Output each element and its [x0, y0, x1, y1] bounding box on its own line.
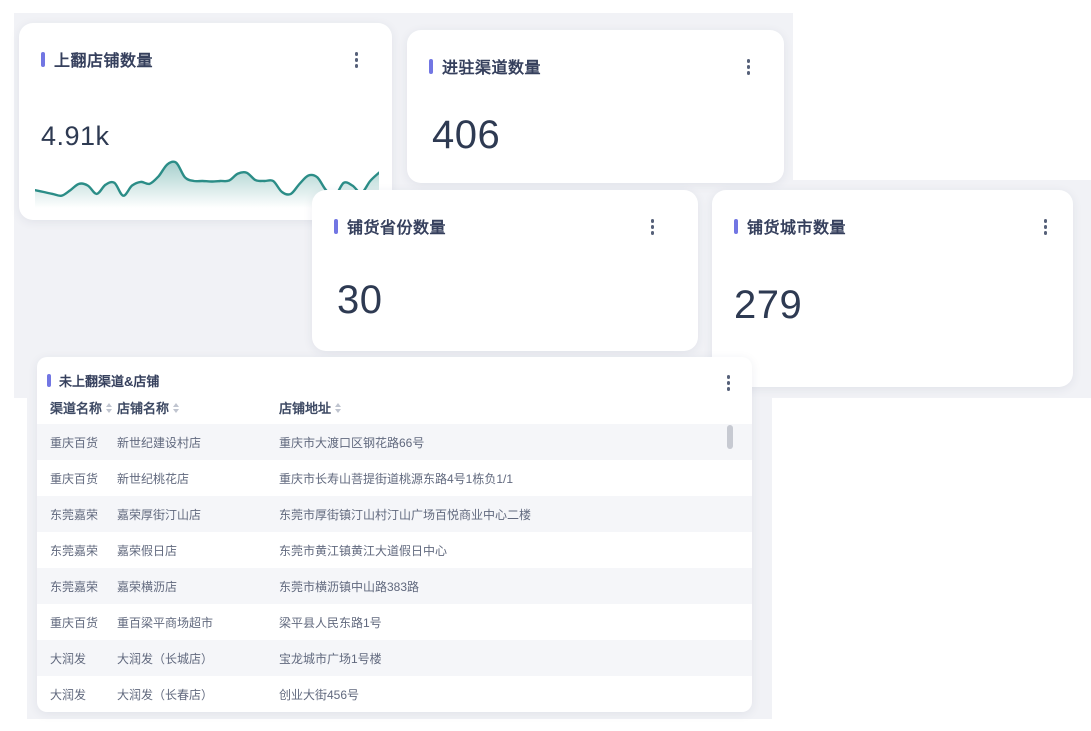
- table-scrollbar-thumb[interactable]: [727, 425, 733, 449]
- accent-bar: [334, 219, 338, 234]
- metric-value: 30: [337, 280, 383, 320]
- kebab-menu-icon[interactable]: [745, 57, 753, 77]
- accent-bar: [734, 219, 738, 234]
- card-header: 进驻渠道数量: [429, 54, 541, 78]
- metric-value: 406: [432, 115, 500, 155]
- table-row: 大润发 大润发（长春店） 创业大街456号: [37, 676, 752, 712]
- table-title: 未上翻渠道&店铺: [59, 371, 159, 390]
- card-header: 上翻店铺数量: [41, 47, 153, 71]
- kebab-menu-icon[interactable]: [725, 373, 733, 393]
- card-title: 铺货省份数量: [347, 214, 446, 238]
- card-title: 进驻渠道数量: [442, 54, 541, 78]
- accent-bar: [41, 52, 45, 67]
- column-header-address[interactable]: 店铺地址: [279, 398, 341, 417]
- accent-bar: [47, 374, 51, 387]
- kpi-card-provinces: 铺货省份数量 30: [312, 190, 698, 351]
- card-header: 铺货城市数量: [734, 214, 846, 238]
- column-header-channel[interactable]: 渠道名称: [50, 398, 114, 417]
- table-row: 重庆百货 新世纪桃花店 重庆市长寿山菩提街道桃源东路4号1栋负1/1: [37, 460, 752, 496]
- table-card-unflipped: 未上翻渠道&店铺 渠道名称 店铺名称 店铺地址 重庆百货 新世纪建设村店 重庆市…: [37, 357, 752, 712]
- kebab-menu-icon[interactable]: [649, 217, 657, 237]
- table-header: 未上翻渠道&店铺: [47, 371, 159, 390]
- sort-icon[interactable]: [335, 403, 341, 413]
- card-header: 铺货省份数量: [334, 214, 446, 238]
- metric-value: 4.91k: [41, 123, 110, 150]
- metric-value: 279: [734, 285, 802, 325]
- kebab-menu-icon[interactable]: [353, 50, 361, 70]
- table-row: 东莞嘉荣 嘉荣假日店 东莞市黄江镇黄江大道假日中心: [37, 532, 752, 568]
- table-row: 东莞嘉荣 嘉荣横沥店 东莞市横沥镇中山路383路: [37, 568, 752, 604]
- table-body: 重庆百货 新世纪建设村店 重庆市大渡口区钢花路66号 重庆百货 新世纪桃花店 重…: [37, 424, 752, 712]
- card-title: 铺货城市数量: [747, 214, 846, 238]
- accent-bar: [429, 59, 433, 74]
- card-title: 上翻店铺数量: [54, 47, 153, 71]
- table-column-headers: 渠道名称 店铺名称 店铺地址: [37, 398, 752, 416]
- table-row: 重庆百货 重百梁平商场超市 梁平县人民东路1号: [37, 604, 752, 640]
- kpi-card-cities: 铺货城市数量 279: [712, 190, 1073, 387]
- table-row: 大润发 大润发（长城店） 宝龙城市广场1号楼: [37, 640, 752, 676]
- kebab-menu-icon[interactable]: [1042, 217, 1050, 237]
- kpi-card-channels: 进驻渠道数量 406: [407, 30, 784, 183]
- column-header-store[interactable]: 店铺名称: [117, 398, 179, 417]
- table-row: 重庆百货 新世纪建设村店 重庆市大渡口区钢花路66号: [37, 424, 752, 460]
- sort-icon[interactable]: [173, 403, 179, 413]
- table-row: 东莞嘉荣 嘉荣厚街汀山店 东莞市厚街镇汀山村汀山广场百悦商业中心二楼: [37, 496, 752, 532]
- dashboard-page: 上翻店铺数量 4.91k 进驻渠道数量 406 铺货省份数量: [0, 0, 1091, 731]
- sort-icon[interactable]: [106, 403, 112, 413]
